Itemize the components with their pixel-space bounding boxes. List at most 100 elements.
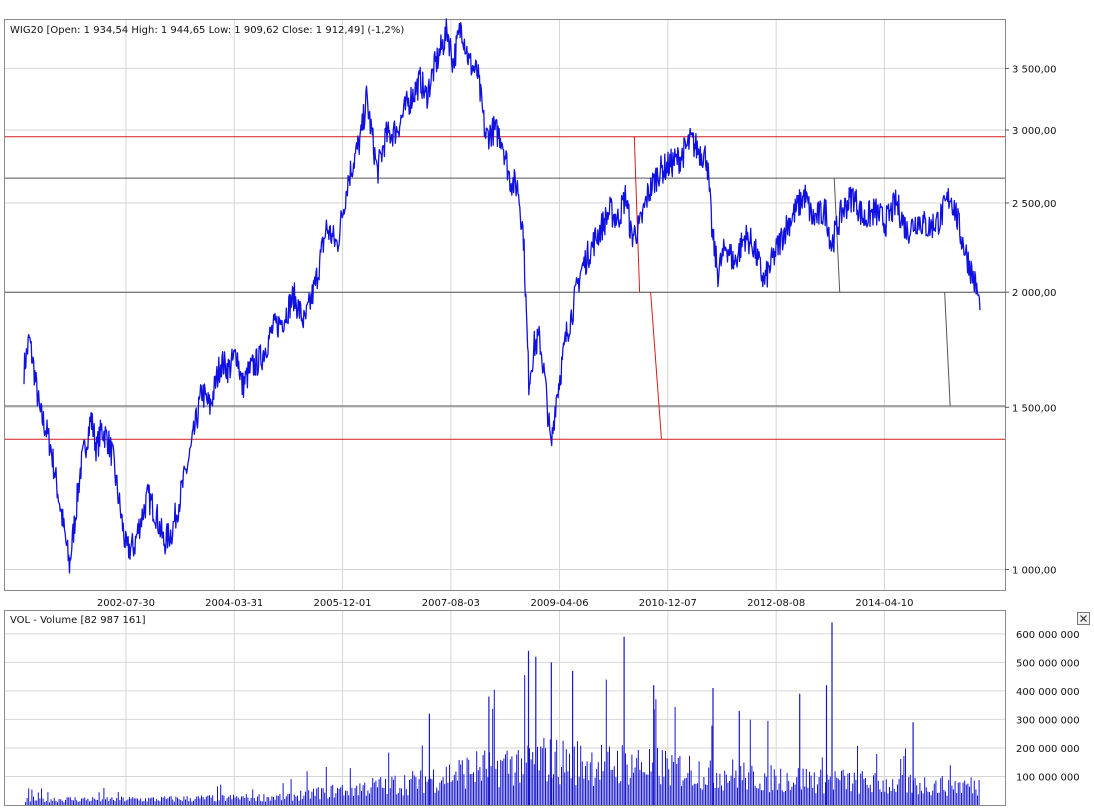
volume-bar: [138, 800, 140, 805]
volume-bar: [447, 782, 449, 805]
volume-bar: [690, 770, 692, 805]
volume-bar: [82, 798, 84, 805]
volume-bar: [754, 785, 756, 805]
volume-bar: [965, 784, 967, 805]
volume-bar: [26, 798, 28, 805]
volume-bar: [473, 772, 474, 805]
volume-bar: [636, 758, 638, 805]
volume-bar: [978, 780, 980, 805]
volume-bar: [865, 778, 866, 805]
volume-bar: [660, 784, 662, 805]
volume-bar: [50, 799, 52, 805]
volume-bar: [815, 793, 817, 805]
volume-bar: [685, 777, 687, 805]
volume-bar: [468, 759, 470, 805]
volume-bar: [828, 779, 830, 805]
volume-bar: [79, 801, 81, 805]
volume-bar: [60, 799, 62, 805]
volume-bar: [852, 783, 854, 805]
volume-bar: [823, 793, 825, 805]
volume-bar: [263, 794, 265, 805]
volume-bar: [628, 784, 630, 805]
volume-bar: [962, 782, 964, 805]
volume-y-tick-label: 300 000 000: [1016, 715, 1080, 726]
volume-bar: [225, 800, 226, 805]
volume-bar: [498, 787, 500, 805]
volume-bar: [631, 754, 633, 805]
volume-bar: [525, 762, 527, 805]
volume-bar: [100, 801, 102, 805]
volume-bar: [388, 752, 390, 805]
volume-bar: [180, 800, 182, 805]
volume-bar: [505, 754, 506, 805]
volume-bar: [373, 782, 375, 805]
price-x-tick-label: 2007-08-03: [422, 598, 480, 609]
volume-bar: [377, 787, 378, 805]
volume-bar: [129, 797, 130, 805]
volume-bar: [103, 788, 105, 805]
volume-bar: [476, 751, 478, 805]
volume-bar: [330, 785, 332, 805]
volume-y-axis-labels: 100 000 000 200 000 000 300 000 000 400 000…: [1016, 630, 1080, 784]
volume-bar: [871, 792, 873, 805]
volume-bar: [751, 765, 753, 805]
volume-bar: [972, 793, 974, 805]
volume-bar: [255, 801, 257, 805]
volume-bar: [613, 766, 615, 805]
volume-bar: [537, 746, 538, 805]
volume-bar: [457, 780, 458, 805]
volume-bar: [436, 787, 438, 805]
volume-bar: [556, 739, 558, 805]
volume-bar: [881, 792, 882, 805]
volume-bar: [293, 794, 295, 805]
volume-bar: [625, 753, 626, 805]
volume-bar: [897, 784, 898, 805]
volume-bar: [869, 784, 871, 805]
volume-bar: [327, 798, 329, 805]
volume-bar: [951, 785, 953, 805]
volume-bar: [119, 800, 121, 805]
volume-bar: [863, 779, 865, 805]
volume-bar: [650, 771, 652, 805]
volume-bar: [581, 761, 583, 805]
volume-bar: [249, 801, 250, 805]
volume-bar: [599, 779, 601, 805]
volume-bar: [273, 797, 274, 805]
volume-bar: [777, 789, 778, 805]
volume-bar: [495, 768, 497, 805]
volume-bar: [143, 800, 145, 805]
volume-bar: [812, 787, 814, 805]
volume-bar: [666, 758, 668, 805]
volume-bar: [964, 780, 966, 805]
volume-bar: [380, 777, 382, 805]
volume-bar: [858, 793, 860, 805]
volume-bar: [781, 790, 783, 805]
volume-bar: [385, 778, 386, 805]
volume-bar: [404, 775, 406, 805]
volume-bar: [679, 756, 681, 805]
volume-bar: [681, 786, 682, 805]
volume-bar: [524, 675, 526, 805]
volume-bar: [511, 756, 513, 805]
volume-bar: [245, 794, 247, 805]
volume-bar: [101, 799, 103, 805]
volume-bar: [85, 800, 87, 805]
volume-bar: [900, 759, 902, 805]
volume-bar: [562, 740, 564, 805]
volume-bar: [578, 776, 580, 805]
volume-bar: [105, 799, 106, 805]
close-icon[interactable]: [1077, 612, 1090, 625]
volume-bar: [185, 799, 186, 805]
volume-bar: [652, 762, 654, 805]
volume-bar: [319, 799, 321, 805]
volume-bar: [593, 786, 594, 805]
price-x-tick-label: 2010-12-07: [639, 598, 697, 609]
volume-bar: [973, 780, 975, 805]
volume-bar: [705, 784, 706, 805]
volume-bar: [519, 782, 521, 805]
volume-bar: [961, 793, 962, 805]
volume-bar: [693, 783, 695, 805]
volume-bar: [969, 786, 970, 805]
volume-bar: [847, 773, 849, 805]
volume-bar: [708, 767, 710, 805]
